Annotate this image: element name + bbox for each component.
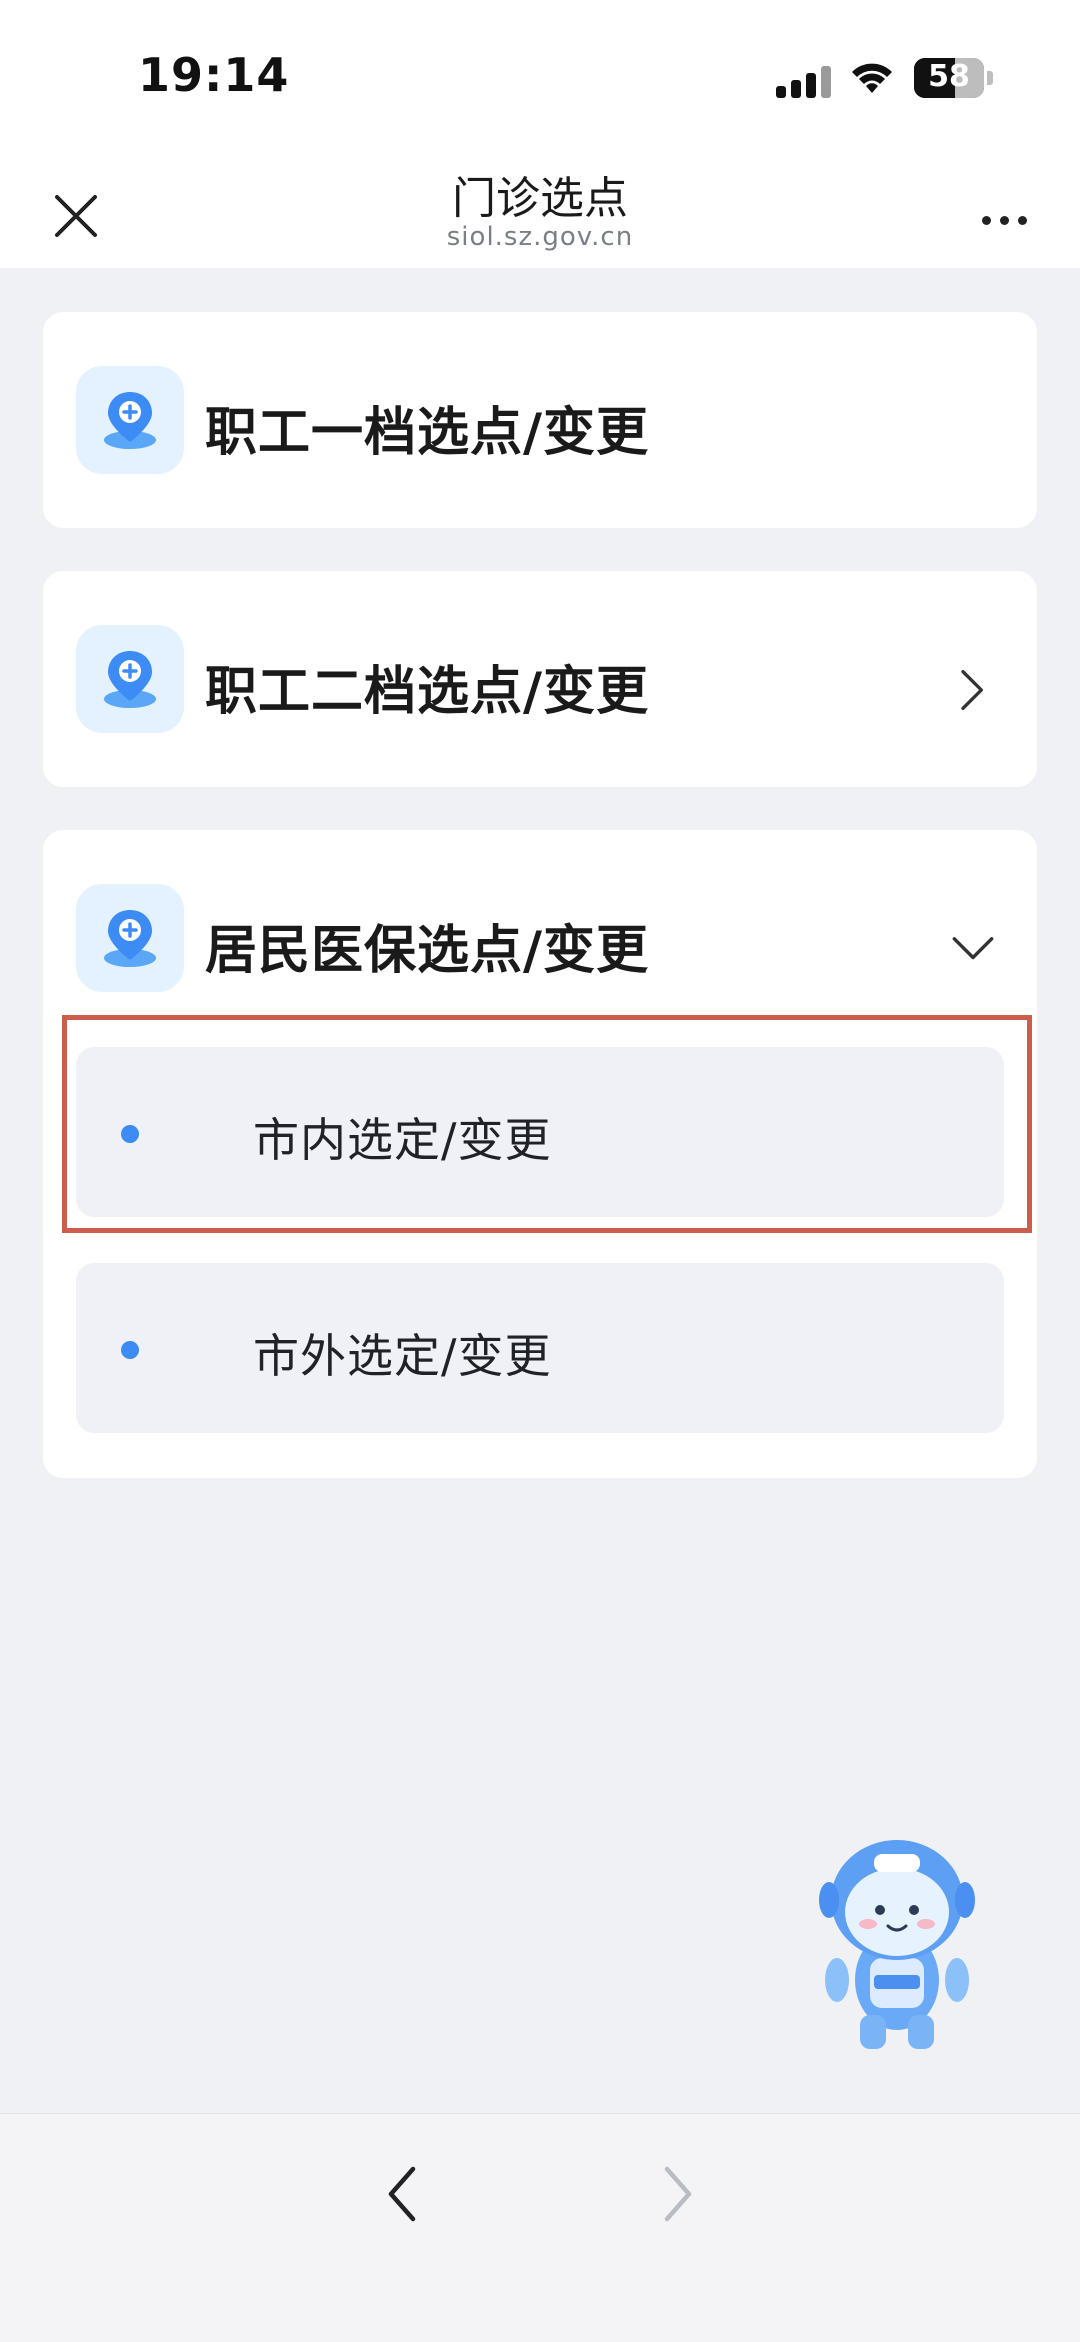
- more-button[interactable]: [968, 200, 1040, 240]
- chevron-right-icon: [664, 2166, 692, 2222]
- location-pin-plus-icon: [76, 366, 184, 474]
- status-bar: 19:14 58: [0, 0, 1080, 150]
- cellular-signal-icon: [776, 66, 836, 98]
- back-button[interactable]: [372, 2154, 432, 2234]
- chevron-right-icon: [961, 670, 983, 710]
- chevron-down-icon: [952, 937, 994, 960]
- option-card-employee-tier1[interactable]: 职工一档选点/变更: [43, 312, 1037, 528]
- location-pin-plus-icon: [76, 884, 184, 992]
- sub-item-out-of-city[interactable]: 市外选定/变更: [76, 1263, 1004, 1433]
- battery-cap: [987, 71, 993, 85]
- wifi-icon: [852, 63, 892, 93]
- bottom-nav-bar: [0, 2113, 1080, 2342]
- card-label: 职工二档选点/变更: [205, 662, 649, 722]
- location-pin-plus-icon: [76, 625, 184, 733]
- card-label: 居民医保选点/变更: [205, 921, 649, 981]
- bullet-dot: [121, 1341, 139, 1359]
- battery-level: 58: [928, 59, 970, 94]
- sub-item-label: 市外选定/变更: [253, 1329, 552, 1383]
- more-dots-icon: [981, 215, 991, 225]
- highlight-box: [62, 1015, 1032, 1233]
- status-time: 19:14: [138, 48, 290, 102]
- nav-header: 门诊选点 siol.sz.gov.cn: [0, 150, 1080, 268]
- card-label: 职工一档选点/变更: [205, 403, 649, 463]
- page-title: 门诊选点: [452, 173, 628, 224]
- option-card-employee-tier2[interactable]: 职工二档选点/变更: [43, 571, 1037, 787]
- chevron-left-icon: [388, 2166, 416, 2222]
- assistant-robot-mascot[interactable]: [812, 1830, 982, 2060]
- card-header-resident[interactable]: 居民医保选点/变更: [43, 830, 1037, 1046]
- page-domain: siol.sz.gov.cn: [446, 222, 634, 252]
- forward-button[interactable]: [648, 2154, 708, 2234]
- battery-icon: 58: [914, 58, 984, 98]
